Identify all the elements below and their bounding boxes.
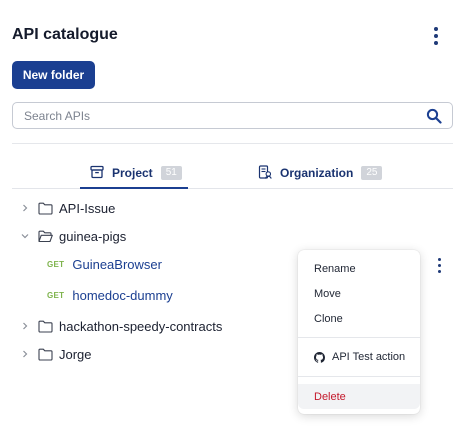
divider xyxy=(12,143,453,144)
row-kebab-menu-icon[interactable] xyxy=(432,256,446,274)
project-box-icon xyxy=(90,165,104,179)
context-menu: Rename Move Clone API Test action Delete xyxy=(298,250,420,414)
method-badge: GET xyxy=(47,290,65,300)
chevron-right-icon[interactable] xyxy=(20,321,30,331)
tree-folder-guinea-pigs[interactable]: guinea-pigs xyxy=(20,225,126,247)
page-title: API catalogue xyxy=(12,26,118,43)
menu-item-delete[interactable]: Delete xyxy=(298,384,420,409)
folder-icon xyxy=(38,320,53,333)
chevron-right-icon[interactable] xyxy=(20,349,30,359)
search-input[interactable] xyxy=(13,103,413,128)
menu-divider xyxy=(298,376,420,377)
menu-item-label: API Test action xyxy=(332,351,406,363)
menu-item-clone[interactable]: Clone xyxy=(298,307,420,331)
folder-icon xyxy=(38,202,53,215)
menu-item-rename[interactable]: Rename xyxy=(298,257,420,281)
new-folder-button[interactable]: New folder xyxy=(12,61,95,89)
folder-open-icon xyxy=(38,230,53,242)
tree-folder-label: hackathon-speedy-contracts xyxy=(59,318,223,334)
tab-bar: Project 51 Organization 25 xyxy=(12,159,453,189)
search-box xyxy=(12,102,453,129)
tab-organization-count: 25 xyxy=(361,166,383,180)
search-icon[interactable] xyxy=(426,108,442,124)
tab-project-count: 51 xyxy=(160,166,182,180)
tree-request-label: homedoc-dummy xyxy=(72,287,173,303)
tab-organization-label: Organization xyxy=(280,166,354,180)
github-icon xyxy=(314,351,325,363)
tree-folder-api-issue[interactable]: API-Issue xyxy=(20,197,115,219)
tree-request-homedoc-dummy[interactable]: GET homedoc-dummy xyxy=(47,284,173,306)
menu-divider xyxy=(298,337,420,338)
tab-project-label: Project xyxy=(112,166,153,180)
tree-request-label: GuineaBrowser xyxy=(72,256,162,272)
page-header: API catalogue xyxy=(12,22,458,48)
tree-folder-jorge[interactable]: Jorge xyxy=(20,343,92,365)
method-badge: GET xyxy=(47,259,65,269)
tree-folder-label: Jorge xyxy=(59,346,92,362)
organization-icon xyxy=(258,165,272,179)
tree-folder-label: API-Issue xyxy=(59,200,116,216)
header-kebab-menu-icon[interactable] xyxy=(426,26,446,46)
folder-icon xyxy=(38,348,53,361)
tree-folder-hackathon-speedy-contracts[interactable]: hackathon-speedy-contracts xyxy=(20,315,222,337)
tab-project[interactable]: Project 51 xyxy=(80,162,188,189)
tree-folder-label: guinea-pigs xyxy=(59,228,127,244)
chevron-down-icon[interactable] xyxy=(20,231,30,241)
menu-item-api-test-action[interactable]: API Test action xyxy=(298,345,420,369)
menu-item-move[interactable]: Move xyxy=(298,282,420,306)
tab-organization[interactable]: Organization 25 xyxy=(258,162,388,189)
chevron-right-icon[interactable] xyxy=(20,203,30,213)
tree-request-guineabrowser[interactable]: GET GuineaBrowser xyxy=(47,253,162,275)
